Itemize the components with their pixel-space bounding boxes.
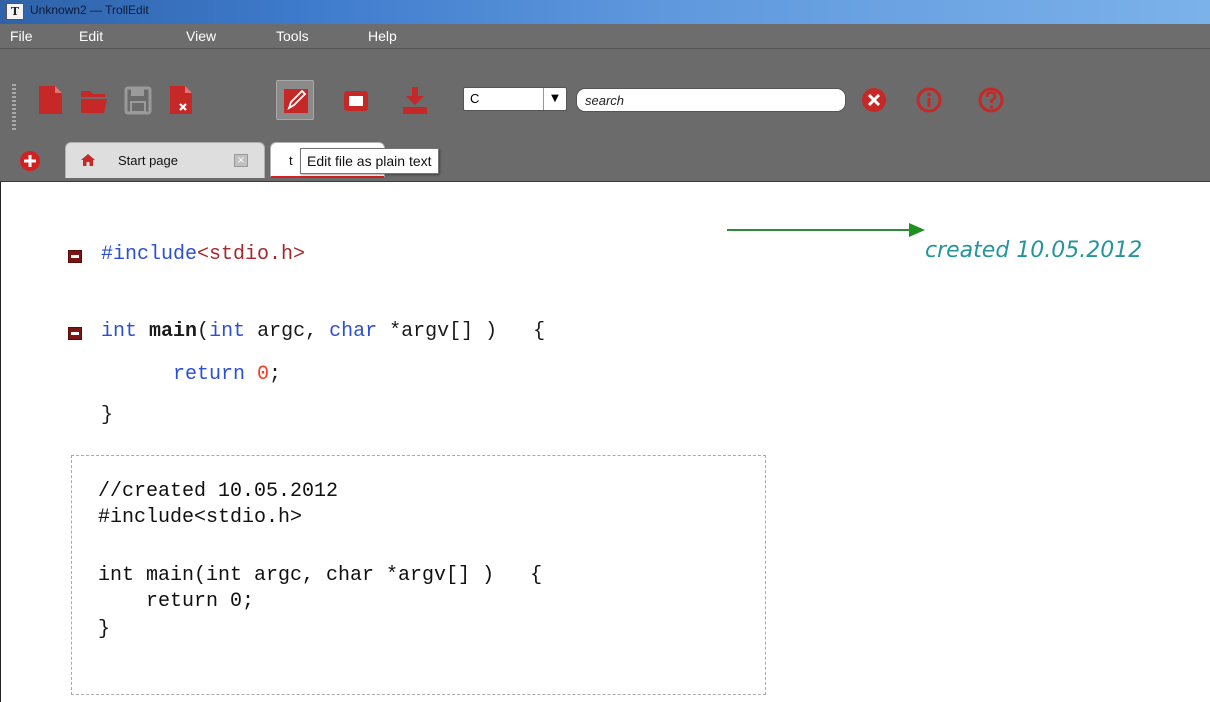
- include-file: <stdio.h>: [197, 243, 306, 266]
- keyword-return: return: [173, 363, 246, 386]
- download-icon: [403, 87, 427, 114]
- include-directive: #include: [101, 243, 198, 266]
- menu-file[interactable]: File: [10, 28, 33, 44]
- menu-edit[interactable]: Edit: [79, 28, 103, 44]
- tooltip: Edit file as plain text: [300, 148, 439, 174]
- window-icon: [344, 91, 368, 111]
- new-file-icon: [39, 86, 62, 114]
- menu-help[interactable]: Help: [368, 28, 397, 44]
- language-select[interactable]: C ▼: [463, 87, 567, 111]
- language-value: C: [470, 91, 480, 106]
- new-file-button[interactable]: [35, 84, 65, 116]
- close-file-button[interactable]: [166, 84, 196, 116]
- help-icon: [978, 87, 1004, 113]
- toolbar-grip[interactable]: [12, 84, 16, 130]
- fold-toggle[interactable]: [68, 327, 82, 340]
- chevron-down-icon: ▼: [543, 88, 566, 110]
- number-literal: 0: [257, 363, 270, 386]
- preview-line: #include<stdio.h>: [98, 506, 303, 529]
- preview-line: int main(int argc, char *argv[] ) {: [98, 564, 543, 587]
- help-button[interactable]: [977, 86, 1005, 114]
- function-name: main: [149, 320, 198, 343]
- code-line-main[interactable]: int main(int argc, char *argv[] ) {: [101, 320, 545, 343]
- fold-toggle[interactable]: [68, 250, 82, 263]
- info-button[interactable]: [915, 86, 943, 114]
- code-line-close-brace[interactable]: }: [101, 404, 113, 427]
- download-button[interactable]: [400, 84, 430, 116]
- keyword-int: int: [101, 320, 138, 343]
- clear-search-button[interactable]: [860, 86, 888, 114]
- save-icon: [124, 86, 152, 115]
- open-file-button[interactable]: [78, 84, 108, 116]
- code-line-include[interactable]: #include<stdio.h>: [101, 243, 305, 266]
- code-line-return[interactable]: return 0;: [173, 363, 281, 386]
- info-icon: [916, 87, 942, 113]
- app-icon: T: [6, 3, 24, 20]
- save-button[interactable]: [122, 84, 152, 116]
- tab-current-label: t: [289, 153, 293, 168]
- open-folder-icon: [81, 91, 107, 113]
- edit-plain-text-icon: [284, 89, 308, 113]
- param-argv: *argv[] ) {: [377, 320, 546, 343]
- menu-tools[interactable]: Tools: [276, 28, 309, 44]
- annotation-arrow: [727, 223, 925, 237]
- menu-bar: File Edit View Tools Help: [0, 24, 1210, 49]
- tab-start-page-label: Start page: [118, 153, 178, 168]
- preview-line: //created 10.05.2012: [98, 480, 339, 503]
- plain-text-preview[interactable]: //created 10.05.2012 #include<stdio.h> i…: [71, 455, 766, 695]
- param-argc: argc,: [245, 320, 330, 343]
- keyword-char: char: [329, 320, 378, 343]
- close-file-icon: [170, 86, 192, 114]
- semicolon: ;: [269, 363, 282, 386]
- tab-start-page[interactable]: Start page ×: [65, 142, 265, 178]
- window-button[interactable]: [340, 84, 370, 116]
- paren: (: [197, 320, 210, 343]
- preview-line: return 0;: [98, 590, 255, 613]
- close-tab-icon[interactable]: ×: [234, 154, 248, 167]
- preview-line: }: [98, 618, 111, 641]
- keyword-int: int: [209, 320, 246, 343]
- close-brace: }: [101, 404, 114, 427]
- edit-plain-text-button[interactable]: [276, 80, 314, 120]
- menu-view[interactable]: View: [186, 28, 216, 44]
- window-title: Unknown2 — TrollEdit: [30, 3, 149, 17]
- new-tab-button[interactable]: [19, 150, 41, 172]
- title-bar: T Unknown2 — TrollEdit: [0, 0, 1210, 24]
- clear-search-icon: [862, 88, 886, 112]
- search-input[interactable]: [576, 88, 846, 112]
- home-icon: [81, 154, 95, 166]
- annotation-text: created 10.05.2012: [925, 238, 1143, 263]
- plus-icon: [20, 151, 40, 171]
